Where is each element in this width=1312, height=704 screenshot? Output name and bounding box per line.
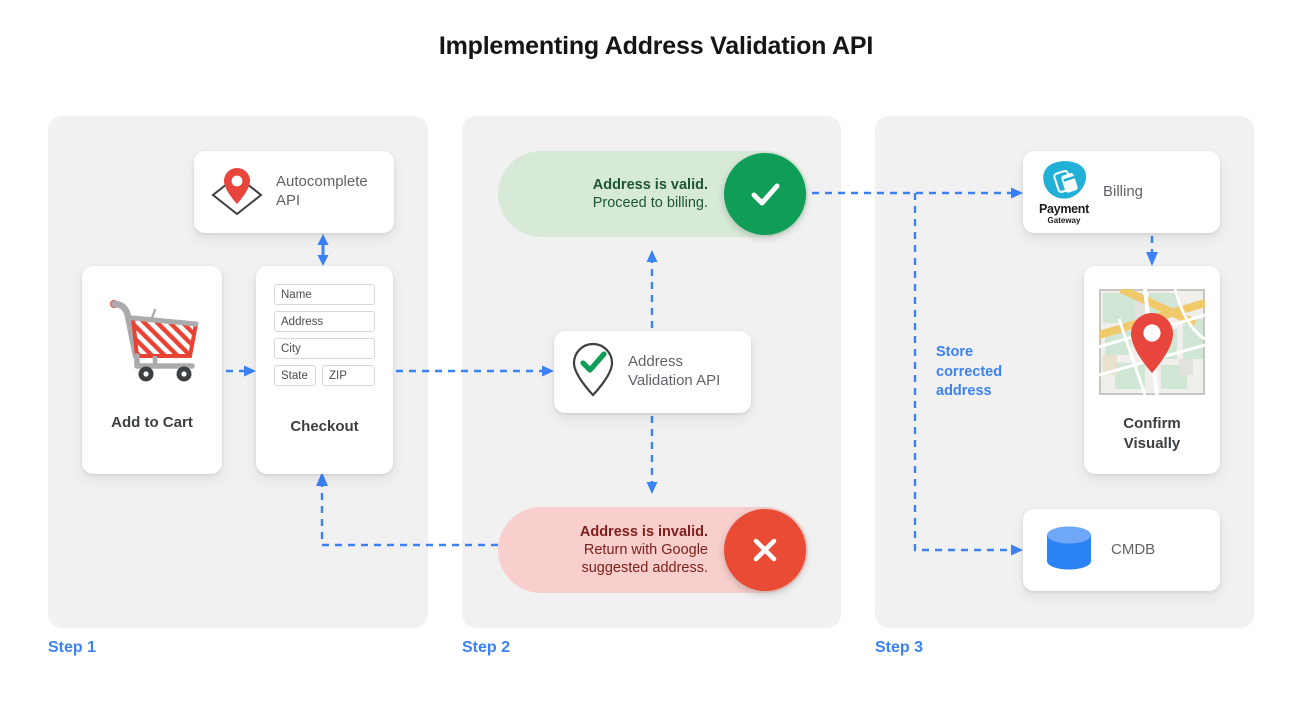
step-3-label: Step 3 xyxy=(875,639,924,656)
map-pin-envelope-icon xyxy=(208,164,266,221)
address-validation-api-label: Address Validation API xyxy=(628,353,721,389)
zip-field[interactable]: ZIP xyxy=(322,365,375,386)
add-to-cart-card[interactable]: Add to Cart xyxy=(82,266,222,474)
address-valid-text: Address is valid. Proceed to billing. xyxy=(498,176,724,213)
payment-gateway-logo-subtext: Gateway xyxy=(1047,216,1081,226)
step-2-label: Step 2 xyxy=(462,639,511,656)
page-title: Implementing Address Validation API xyxy=(438,32,874,60)
address-validation-api-card[interactable]: Address Validation API xyxy=(554,331,751,413)
billing-label: Billing xyxy=(1103,182,1144,200)
close-x-icon xyxy=(724,509,806,591)
shopping-cart-icon xyxy=(82,284,222,396)
map-thumbnail-icon xyxy=(1084,282,1220,402)
map-pin-check-icon xyxy=(570,341,616,404)
address-valid-pill: Address is valid. Proceed to billing. xyxy=(498,151,808,237)
address-invalid-line1: Address is invalid. xyxy=(579,523,708,540)
city-field[interactable]: City xyxy=(274,338,375,359)
cmdb-card[interactable]: CMDB xyxy=(1023,509,1220,591)
address-invalid-pill: Address is invalid. Return with Google s… xyxy=(498,507,808,593)
diagram-canvas: Implementing Address Validation API Auto… xyxy=(0,0,1312,704)
cmdb-label: CMDB xyxy=(1111,540,1156,558)
payment-gateway-logo-text: Payment xyxy=(1038,201,1089,216)
name-field[interactable]: Name xyxy=(274,284,375,305)
checkmark-icon xyxy=(724,153,806,235)
payment-gateway-logo-icon: Payment Gateway xyxy=(1037,159,1091,226)
autocomplete-api-card[interactable]: Autocomplete API xyxy=(194,151,394,233)
billing-card[interactable]: Payment Gateway Billing xyxy=(1023,151,1220,233)
address-valid-line1: Address is valid. xyxy=(592,176,708,193)
autocomplete-api-label: Autocomplete API xyxy=(276,173,368,209)
checkout-card[interactable]: Name Address City State ZIP Checkout xyxy=(256,266,393,474)
checkout-label: Checkout xyxy=(290,418,359,435)
store-corrected-address-note: Store corrected address xyxy=(936,344,1003,400)
address-invalid-line2: Return with Google suggested address. xyxy=(581,541,708,577)
address-invalid-text: Address is invalid. Return with Google s… xyxy=(498,523,724,578)
step-1-label: Step 1 xyxy=(48,639,97,656)
state-field[interactable]: State xyxy=(274,365,316,386)
address-valid-line2: Proceed to billing. xyxy=(592,195,708,211)
add-to-cart-label: Add to Cart xyxy=(111,414,193,431)
database-cylinder-icon xyxy=(1043,523,1095,578)
confirm-visually-label: Confirm Visually xyxy=(1123,415,1181,452)
address-field[interactable]: Address xyxy=(274,311,375,332)
confirm-visually-card[interactable]: Confirm Visually xyxy=(1084,266,1220,474)
